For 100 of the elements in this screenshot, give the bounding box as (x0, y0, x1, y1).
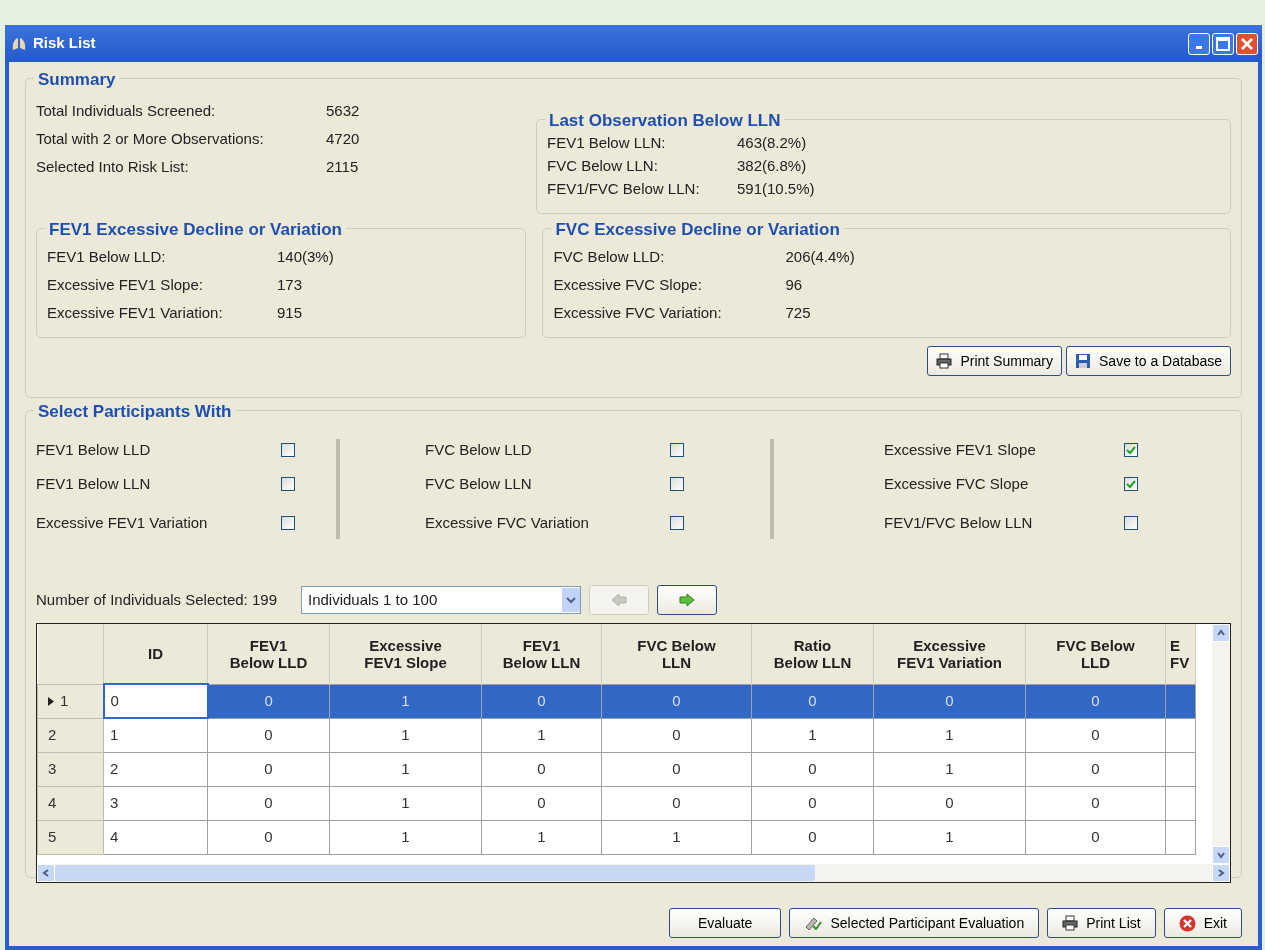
scroll-down-icon[interactable] (1217, 851, 1225, 859)
table-cell: 0 (110, 691, 119, 709)
next-button[interactable] (657, 585, 717, 615)
table-cell: 1 (401, 691, 410, 709)
close-button[interactable] (1236, 32, 1258, 55)
table-cell: 0 (945, 691, 954, 709)
checkbox[interactable] (1124, 516, 1138, 530)
table-cell: 0 (1091, 793, 1100, 811)
table-cell: 0 (264, 793, 273, 811)
stat-label: FEV1 Below LLN: (547, 133, 667, 154)
table-cell: 1 (672, 827, 681, 845)
table-cell: 0 (264, 827, 273, 845)
table-cell: 2 (110, 759, 119, 777)
column-header: Ratio Below LLN (751, 624, 874, 684)
table-cell: 0 (808, 691, 817, 709)
table-cell: 0 (672, 691, 681, 709)
scroll-up-icon[interactable] (1217, 629, 1225, 637)
table-cell: 1 (945, 827, 954, 845)
scrollbar-thumb[interactable] (55, 865, 815, 881)
table-cell: 3 (110, 793, 119, 811)
table-cell: 0 (672, 793, 681, 811)
table-cell: 0 (537, 691, 546, 709)
print-button[interactable]: Print Summary (927, 346, 1062, 376)
print-button[interactable]: Print List (1047, 908, 1156, 938)
stat-label: Excessive FVC Variation: (553, 302, 723, 323)
column-header: E FV (1165, 624, 1196, 684)
evaluate-button[interactable]: Evaluate (668, 908, 782, 938)
range-dropdown[interactable]: Individuals 1 to 100 (301, 586, 581, 614)
table-cell: 0 (1091, 691, 1100, 709)
evaluation-button[interactable]: Selected Participant Evaluation (789, 908, 1040, 938)
save-button[interactable]: Save to a Database (1066, 346, 1231, 376)
close-icon (1178, 914, 1196, 932)
lungs-icon (11, 35, 27, 52)
left-arrow-icon (610, 592, 628, 608)
checkbox-label: Excessive FVC Slope (884, 473, 1030, 494)
stat-value: 591(10.5%) (737, 179, 815, 200)
stat-label: FEV1 Below LLD: (47, 246, 167, 267)
stat-value: 915 (277, 302, 303, 323)
column-header: Excessive FEV1 Variation (873, 624, 1026, 684)
table-row[interactable]: 1 0 0 1 0 0 0 0 0 (37, 684, 1196, 718)
stat-label: FEV1/FVC Below LLN: (547, 179, 701, 200)
table-row[interactable]: 2 1 0 1 1 0 1 1 0 (37, 718, 1196, 752)
row-header: 4 (48, 793, 57, 811)
stat-label: FVC Below LLD: (553, 246, 666, 267)
checkbox-label: Excessive FVC Variation (425, 512, 590, 533)
table-cell: 0 (537, 793, 546, 811)
table-cell: 1 (401, 725, 410, 743)
table-cell: 0 (672, 759, 681, 777)
stat-label: Excessive FEV1 Variation: (47, 302, 224, 323)
checkbox[interactable] (1124, 477, 1138, 491)
column-header: FVC Below LLD (1025, 624, 1166, 684)
table-row[interactable]: 3 2 0 1 0 0 0 1 0 (37, 752, 1196, 786)
stat-value: 463(8.2%) (737, 133, 807, 154)
checkbox[interactable] (670, 443, 684, 457)
checkbox-label: FEV1 Below LLN (36, 473, 152, 494)
table-cell: 1 (110, 726, 119, 743)
right-arrow-icon (678, 592, 696, 608)
table-row[interactable]: 5 4 0 1 1 1 0 1 0 (37, 820, 1196, 854)
table-cell: 0 (672, 725, 681, 743)
exit-button[interactable]: Exit (1163, 908, 1242, 938)
selected-count: Number of Individuals Selected: 199 (36, 589, 277, 610)
stat-value: 725 (785, 302, 811, 323)
checkbox[interactable] (670, 477, 684, 491)
summary-value: 5632 (326, 100, 360, 121)
table-cell: 1 (401, 759, 410, 777)
table-row[interactable]: 4 3 0 1 0 0 0 0 0 (37, 786, 1196, 820)
table-cell: 1 (401, 827, 410, 845)
table-cell: 0 (1091, 759, 1100, 777)
minimize-icon (1196, 46, 1202, 49)
table-cell: 0 (264, 759, 273, 777)
minimize-button[interactable] (1188, 32, 1210, 55)
row-header: 1 (60, 691, 69, 709)
stat-value: 206(4.4%) (785, 246, 855, 267)
column-header: FEV1 Below LLD (207, 624, 330, 684)
table-cell: 1 (945, 725, 954, 743)
checkbox[interactable] (281, 477, 295, 491)
row-header: 3 (48, 759, 57, 777)
checkbox-label: Excessive FEV1 Slope (884, 439, 1037, 460)
summary-label: Total Individuals Screened: (36, 100, 217, 121)
maximize-icon (1216, 36, 1230, 51)
stat-value: 140(3%) (277, 246, 334, 267)
checkbox-label: FEV1 Below LLD (36, 439, 152, 460)
scroll-right-icon[interactable] (1217, 869, 1225, 877)
row-header: 2 (48, 725, 57, 743)
stat-label: Excessive FEV1 Slope: (47, 274, 204, 295)
checkbox[interactable] (281, 516, 295, 530)
maximize-button[interactable] (1212, 32, 1234, 55)
column-header: ID (103, 624, 208, 684)
table-cell: 0 (945, 793, 954, 811)
table-cell: 1 (945, 759, 954, 777)
table-cell: 0 (264, 725, 273, 743)
checkbox[interactable] (670, 516, 684, 530)
current-row-icon (48, 697, 54, 707)
table-cell: 0 (1091, 827, 1100, 845)
scroll-left-icon[interactable] (42, 869, 50, 877)
stat-value: 96 (785, 274, 803, 295)
checkbox[interactable] (281, 443, 295, 457)
checkbox[interactable] (1124, 443, 1138, 457)
table-cell: 4 (110, 827, 119, 845)
printer-icon (1062, 915, 1079, 931)
